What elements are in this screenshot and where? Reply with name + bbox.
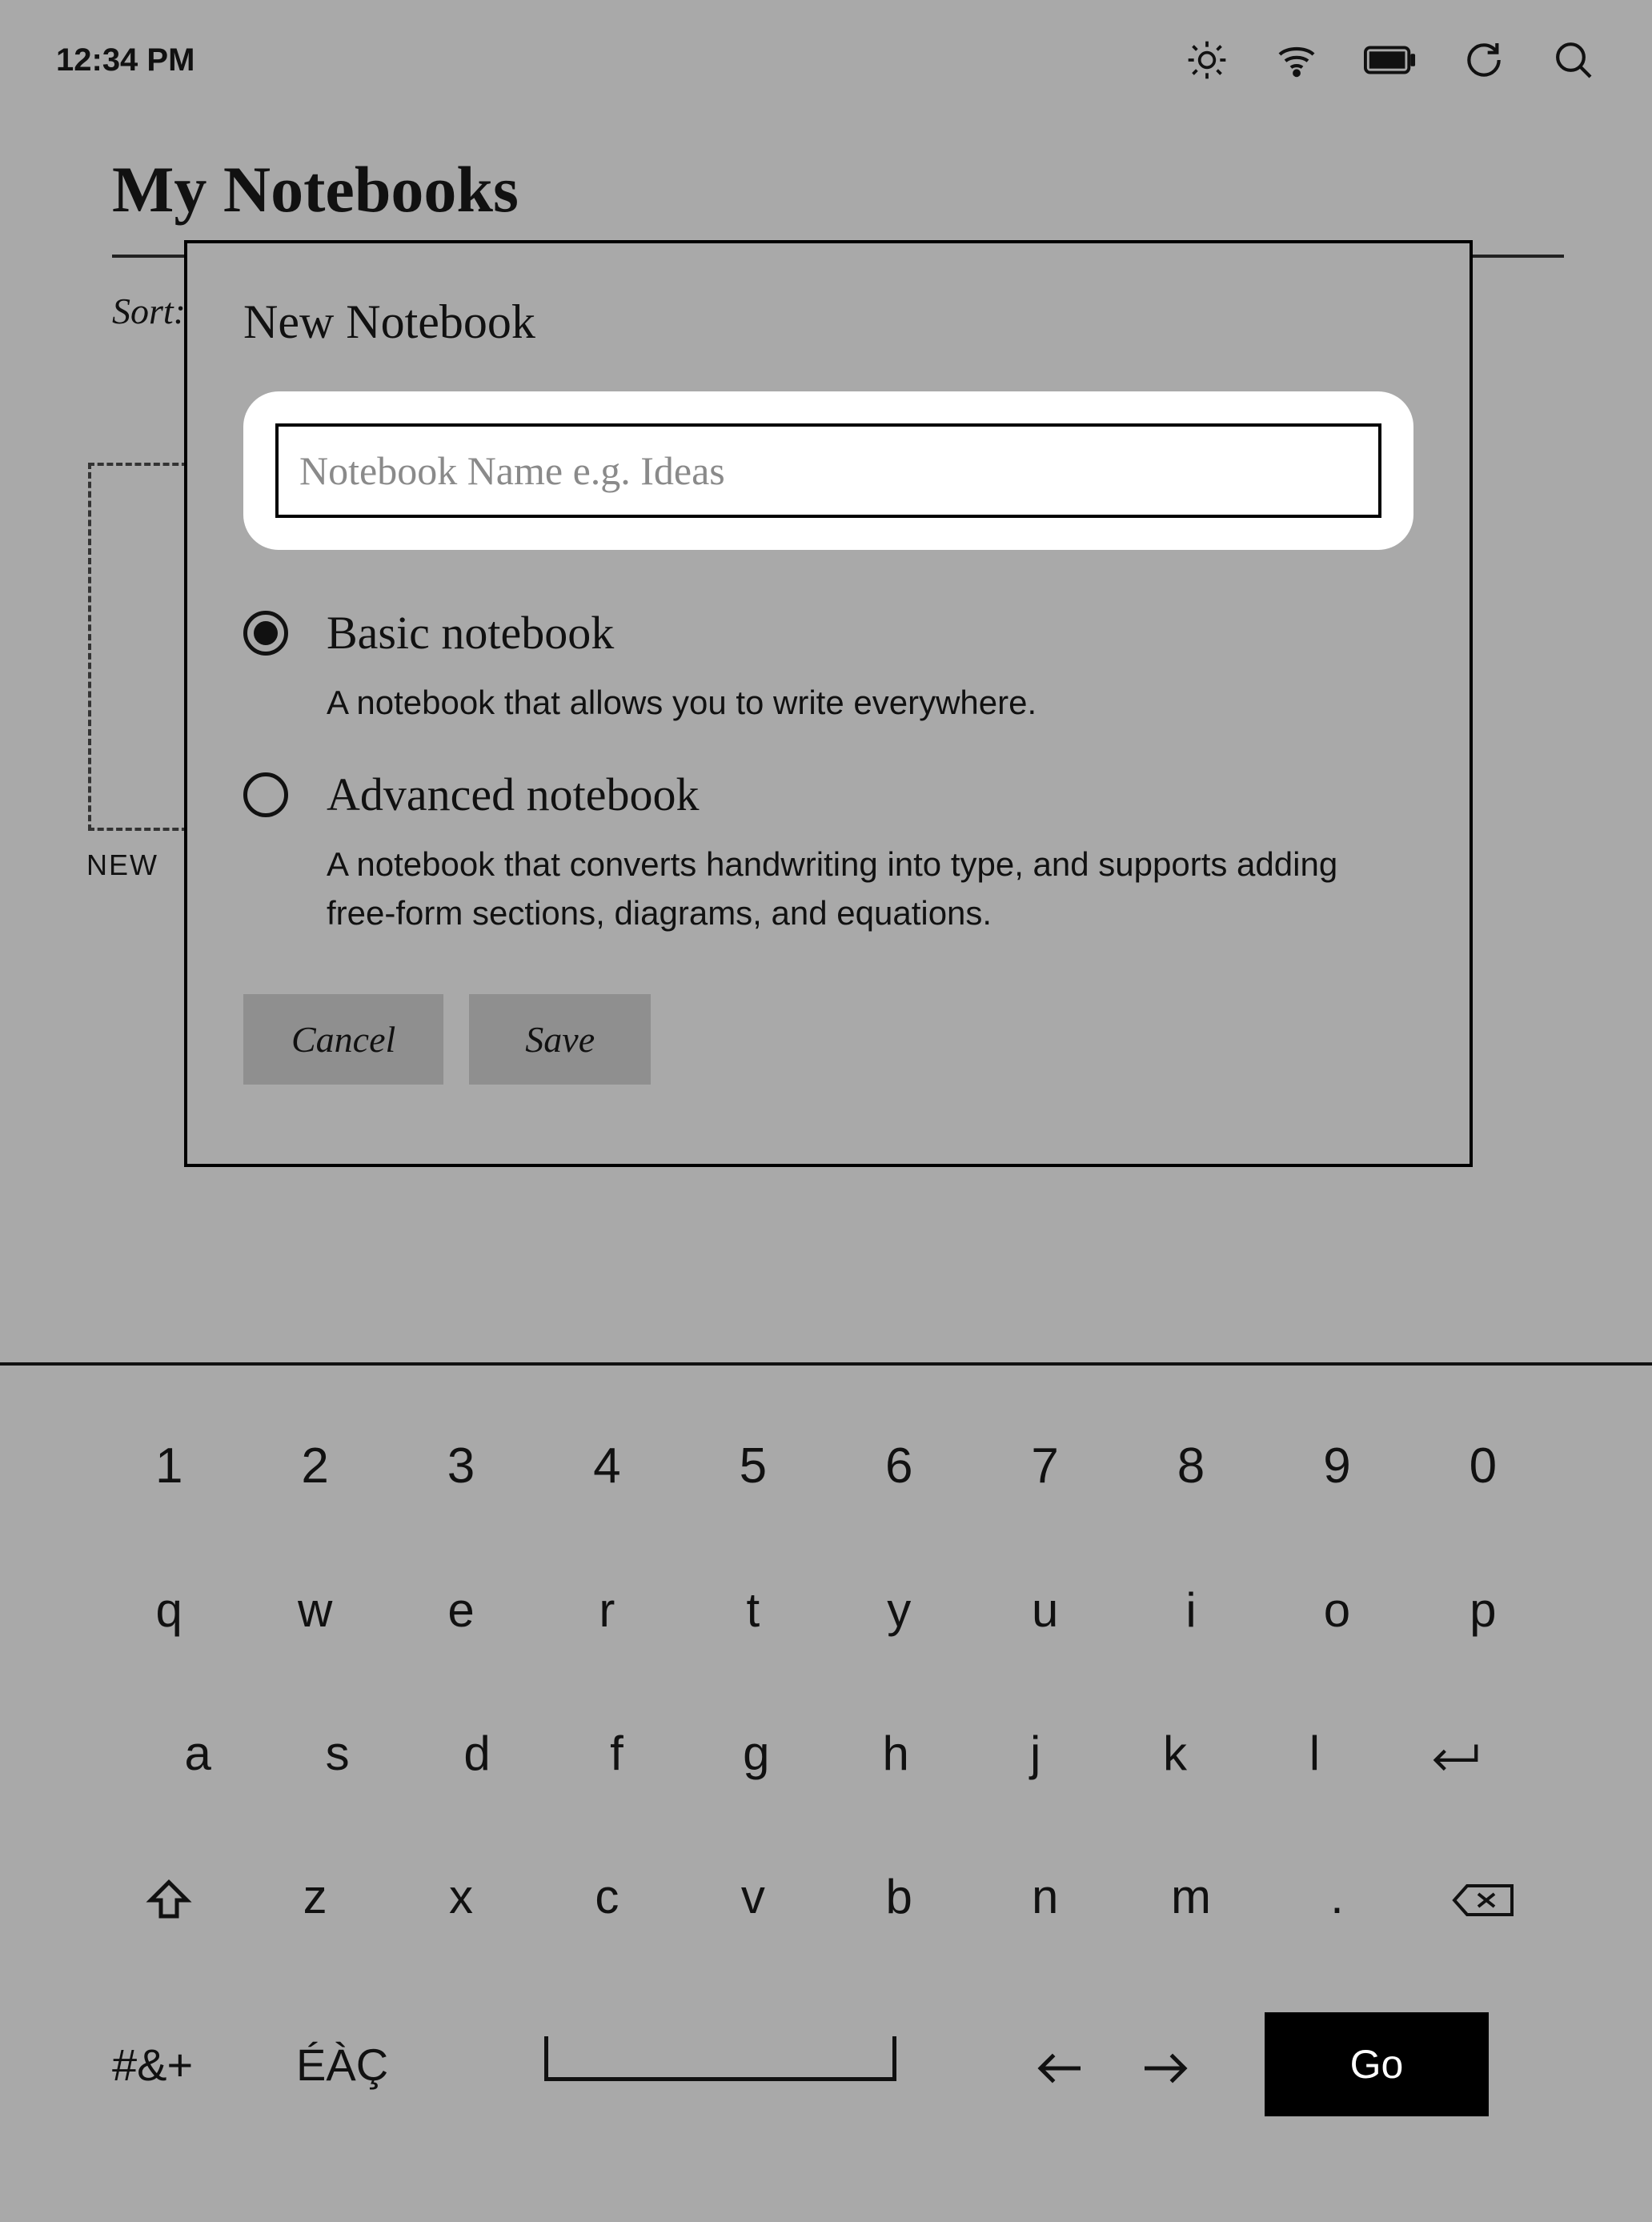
option-basic-notebook[interactable]: Basic notebook A notebook that allows yo…	[243, 606, 1413, 728]
key-a[interactable]: a	[128, 1726, 267, 1781]
option-advanced-body: Advanced notebook A notebook that conver…	[327, 768, 1413, 938]
key-3[interactable]: 3	[388, 1438, 534, 1494]
radio-advanced-notebook[interactable]	[243, 772, 288, 817]
key-1[interactable]: 1	[96, 1438, 242, 1494]
modal-title: New Notebook	[243, 295, 1413, 350]
radio-basic-notebook[interactable]	[243, 611, 288, 656]
notebook-name-input[interactable]	[275, 423, 1381, 518]
key-c[interactable]: c	[534, 1869, 680, 1924]
key-shift[interactable]	[96, 1869, 242, 1924]
key-arrow-left[interactable]	[1008, 2037, 1113, 2092]
key-accents[interactable]: ÉÀÇ	[296, 2039, 496, 2091]
key-8[interactable]: 8	[1118, 1438, 1264, 1494]
key-h[interactable]: h	[826, 1726, 965, 1781]
key-t[interactable]: t	[680, 1582, 826, 1638]
option-basic-body: Basic notebook A notebook that allows yo…	[327, 606, 1413, 728]
notebook-name-input-wrap	[243, 391, 1413, 550]
key-j[interactable]: j	[965, 1726, 1105, 1781]
key-p[interactable]: p	[1410, 1582, 1556, 1638]
key-o[interactable]: o	[1264, 1582, 1409, 1638]
key-r[interactable]: r	[534, 1582, 680, 1638]
key-d[interactable]: d	[407, 1726, 547, 1781]
key-f[interactable]: f	[547, 1726, 686, 1781]
page-title: My Notebooks	[112, 152, 1564, 227]
key-u[interactable]: u	[972, 1582, 1117, 1638]
option-basic-desc: A notebook that allows you to write ever…	[327, 679, 1367, 728]
key-7[interactable]: 7	[972, 1438, 1117, 1494]
key-w[interactable]: w	[242, 1582, 387, 1638]
option-advanced-notebook[interactable]: Advanced notebook A notebook that conver…	[243, 768, 1413, 938]
status-bar: 12:34 PM	[0, 0, 1652, 120]
key-q[interactable]: q	[96, 1582, 242, 1638]
key-i[interactable]: i	[1118, 1582, 1264, 1638]
key-symbols[interactable]: #&+	[96, 2039, 296, 2091]
key-5[interactable]: 5	[680, 1438, 826, 1494]
keyboard-row-2: q w e r t y u i o p	[96, 1582, 1556, 1638]
key-0[interactable]: 0	[1410, 1438, 1556, 1494]
brightness-icon[interactable]	[1185, 38, 1229, 82]
status-time: 12:34 PM	[56, 42, 194, 78]
key-6[interactable]: 6	[826, 1438, 972, 1494]
key-enter[interactable]	[1385, 1726, 1524, 1781]
option-basic-title: Basic notebook	[327, 606, 1413, 660]
modal-buttons: Cancel Save	[243, 994, 1413, 1085]
key-backspace[interactable]	[1410, 1869, 1556, 1924]
key-b[interactable]: b	[826, 1869, 972, 1924]
status-icons	[1185, 38, 1596, 82]
new-notebook-tile-label: NEW	[86, 848, 158, 882]
keyboard-row-1: 1 2 3 4 5 6 7 8 9 0	[96, 1438, 1556, 1494]
wifi-icon[interactable]	[1274, 38, 1319, 82]
key-k[interactable]: k	[1105, 1726, 1245, 1781]
search-icon[interactable]	[1551, 38, 1596, 82]
key-s[interactable]: s	[267, 1726, 407, 1781]
key-4[interactable]: 4	[534, 1438, 680, 1494]
key-space[interactable]	[496, 2036, 944, 2092]
keyboard-row-4: z x c v b n m .	[96, 1869, 1556, 1924]
key-n[interactable]: n	[972, 1869, 1117, 1924]
key-l[interactable]: l	[1245, 1726, 1384, 1781]
key-go[interactable]: Go	[1265, 2012, 1489, 2116]
option-advanced-desc: A notebook that converts handwriting int…	[327, 840, 1367, 938]
save-button[interactable]: Save	[469, 994, 651, 1085]
key-m[interactable]: m	[1118, 1869, 1264, 1924]
sync-icon[interactable]	[1462, 38, 1506, 82]
keyboard-row-5: #&+ ÉÀÇ Go	[96, 2012, 1556, 2116]
key-period[interactable]: .	[1264, 1869, 1409, 1924]
option-advanced-title: Advanced notebook	[327, 768, 1413, 821]
key-9[interactable]: 9	[1264, 1438, 1409, 1494]
battery-icon[interactable]	[1364, 44, 1417, 76]
key-arrow-right[interactable]	[1113, 2037, 1217, 2092]
key-v[interactable]: v	[680, 1869, 826, 1924]
new-notebook-modal: New Notebook Basic notebook A notebook t…	[184, 240, 1473, 1167]
key-y[interactable]: y	[826, 1582, 972, 1638]
key-e[interactable]: e	[388, 1582, 534, 1638]
key-z[interactable]: z	[242, 1869, 387, 1924]
key-g[interactable]: g	[687, 1726, 826, 1781]
cancel-button[interactable]: Cancel	[243, 994, 443, 1085]
keyboard-row-3: a s d f g h j k l	[96, 1726, 1556, 1781]
onscreen-keyboard: 1 2 3 4 5 6 7 8 9 0 q w e r t y u i o p …	[0, 1362, 1652, 2222]
spacebar-icon	[544, 2036, 896, 2081]
key-x[interactable]: x	[388, 1869, 534, 1924]
key-2[interactable]: 2	[242, 1438, 387, 1494]
